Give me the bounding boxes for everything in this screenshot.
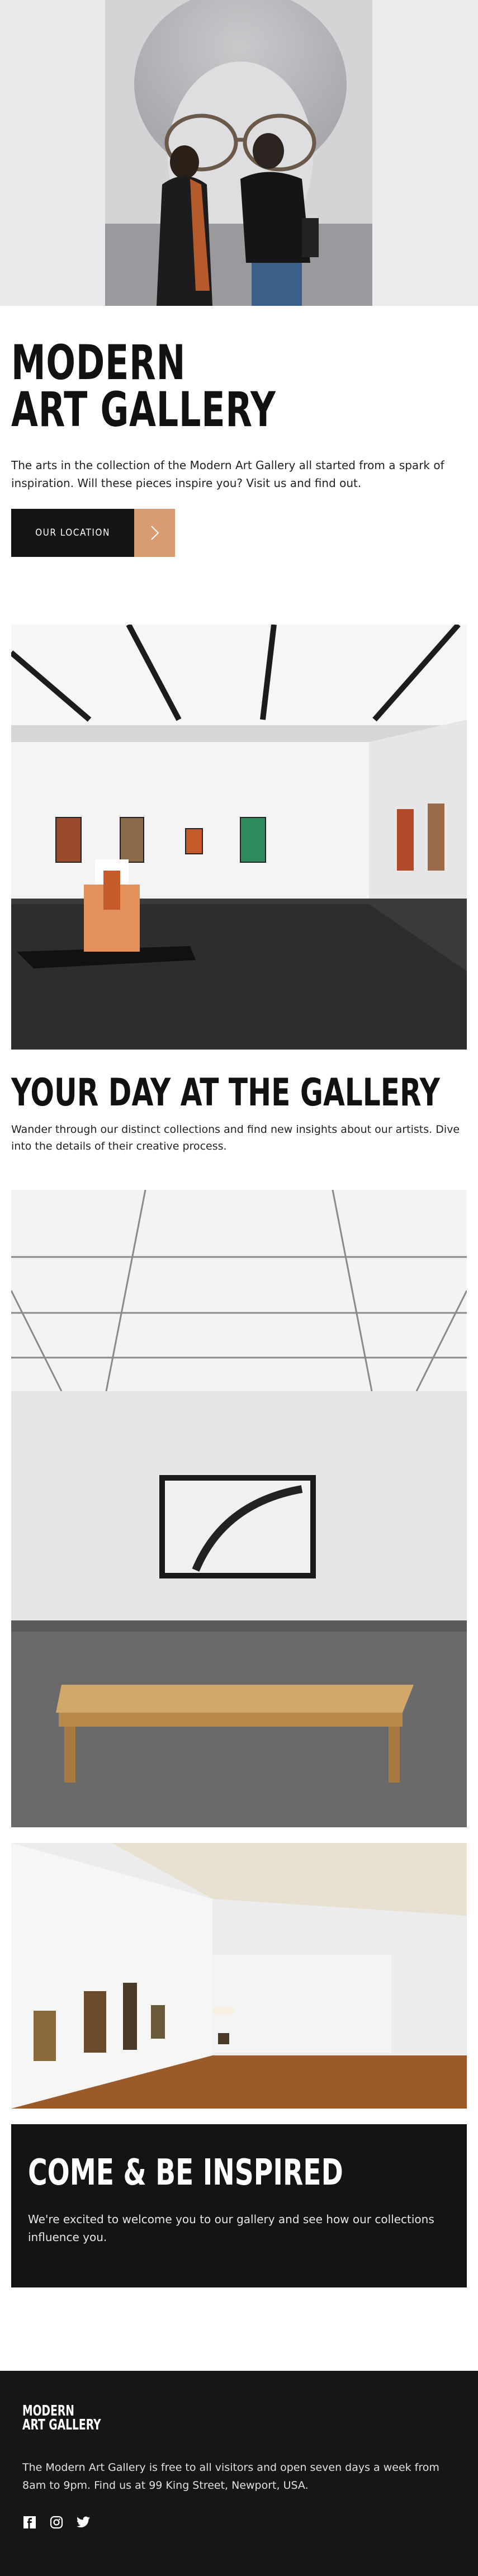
brand-title: MODERN ART GALLERY — [11, 339, 280, 434]
twitter-icon[interactable] — [76, 2515, 91, 2530]
inspire-section: COME & BE INSPIRED We're excited to welc… — [11, 2124, 467, 2287]
footer-text: The Modern Art Gallery is free to all vi… — [22, 2461, 439, 2492]
brand-title-line2: ART GALLERY — [11, 382, 276, 438]
intro-text: The arts in the collection of the Modern… — [11, 458, 444, 490]
gallery-hall-image — [11, 1843, 467, 2109]
facebook-icon[interactable] — [22, 2515, 37, 2530]
chevron-right-icon[interactable] — [134, 508, 175, 557]
instagram-icon[interactable] — [49, 2515, 64, 2530]
section-title-your-day: YOUR DAY AT THE GALLERY — [11, 1071, 440, 1115]
footer-logo-line2: ART GALLERY — [22, 2417, 101, 2434]
hero-image-illustration — [105, 0, 372, 306]
inspire-title: COME & BE INSPIRED — [28, 2152, 343, 2194]
location-cta[interactable]: OUR LOCATION — [11, 508, 175, 557]
footer: MODERN ART GALLERY The Modern Art Galler… — [0, 2371, 478, 2576]
gallery-room-image — [11, 625, 467, 1050]
social-links — [22, 2515, 456, 2530]
hero-image — [0, 0, 478, 306]
gallery-bench-image — [11, 1190, 467, 1827]
page: MODERN ART GALLERY The arts in the colle… — [0, 0, 478, 2576]
inspire-text: We're excited to welcome you to our gall… — [28, 2213, 434, 2244]
footer-logo[interactable]: MODERN ART GALLERY — [22, 2404, 112, 2433]
our-location-button[interactable]: OUR LOCATION — [11, 508, 134, 557]
section-text-your-day: Wander through our distinct collections … — [11, 1123, 460, 1153]
brand-title-line1: MODERN — [11, 335, 186, 391]
